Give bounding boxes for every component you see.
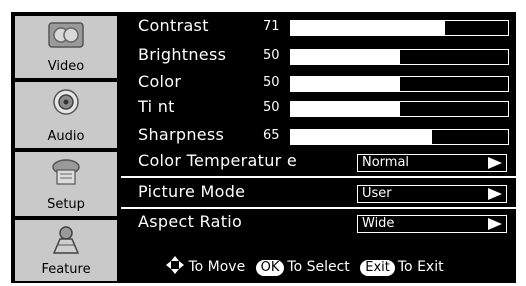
color-slider-fill [291, 77, 400, 91]
feature-icon [52, 226, 80, 254]
brightness-slider[interactable] [290, 49, 509, 65]
contrast-row[interactable]: Contrast 71 [121, 15, 516, 41]
picture-mode-value: User [362, 186, 392, 201]
color-label: Color [138, 72, 182, 91]
speaker-icon [53, 89, 79, 115]
tint-slider-fill [291, 102, 400, 116]
color-temperature-value: Normal [362, 155, 410, 170]
video-icon [48, 22, 84, 48]
setup-icon [52, 159, 80, 185]
contrast-slider-fill [291, 21, 446, 35]
sharpness-slider[interactable] [290, 129, 509, 145]
divider [121, 207, 516, 209]
color-temperature-row[interactable]: Color Temperatur e Normal [121, 150, 516, 176]
brightness-value: 50 [263, 48, 280, 63]
brightness-slider-fill [291, 50, 400, 64]
arrow-right-icon [488, 157, 502, 169]
picture-mode-label: Picture Mode [138, 182, 246, 201]
sharpness-label: Sharpness [138, 125, 225, 144]
sharpness-row[interactable]: Sharpness 65 [121, 124, 516, 150]
move-hint: To Move [188, 259, 246, 275]
color-temperature-select[interactable]: Normal [357, 154, 507, 172]
tab-audio-label: Audio [47, 129, 85, 144]
divider [121, 176, 516, 178]
four-way-arrow-icon [166, 256, 184, 274]
tab-audio[interactable]: Audio [15, 82, 117, 148]
tab-setup[interactable]: Setup [15, 152, 117, 216]
tint-slider[interactable] [290, 101, 509, 117]
aspect-ratio-value: Wide [362, 216, 395, 231]
tint-value: 50 [263, 100, 280, 115]
sharpness-slider-fill [291, 130, 433, 144]
tint-label: Ti nt [138, 97, 175, 116]
exit-hint: To Exit [397, 259, 444, 275]
tab-video[interactable]: Video [15, 16, 117, 78]
tab-setup-label: Setup [47, 197, 85, 212]
color-temperature-label: Color Temperatur e [138, 151, 298, 170]
ok-key: OK [255, 260, 285, 276]
color-value: 50 [263, 75, 280, 90]
menu-sidebar: Video Audio Setup Feature [11, 12, 121, 283]
tv-osd-screen: Video Audio Setup Feature Contrast 71 Br… [0, 0, 526, 286]
video-settings-panel: Contrast 71 Brightness 50 Color 50 Ti nt… [121, 12, 516, 283]
color-slider[interactable] [290, 76, 509, 92]
arrow-right-icon [488, 188, 502, 200]
picture-mode-row[interactable]: Picture Mode User [121, 181, 516, 207]
aspect-ratio-row[interactable]: Aspect Ratio Wide [121, 211, 516, 237]
tint-row[interactable]: Ti nt 50 [121, 96, 516, 122]
brightness-row[interactable]: Brightness 50 [121, 44, 516, 70]
brightness-label: Brightness [138, 45, 227, 64]
picture-mode-select[interactable]: User [357, 185, 507, 203]
tab-video-label: Video [47, 59, 85, 74]
contrast-label: Contrast [138, 16, 209, 35]
tab-feature-label: Feature [41, 262, 91, 277]
sharpness-value: 65 [263, 128, 280, 143]
aspect-ratio-label: Aspect Ratio [138, 212, 243, 231]
aspect-ratio-select[interactable]: Wide [357, 215, 507, 233]
select-hint: To Select [287, 259, 350, 275]
exit-key: Exit [360, 260, 395, 276]
color-row[interactable]: Color 50 [121, 71, 516, 97]
tab-feature[interactable]: Feature [15, 220, 117, 281]
contrast-value: 71 [263, 19, 280, 34]
help-footer: To Move OK To Select Exit To Exit [121, 252, 516, 280]
contrast-slider[interactable] [290, 20, 509, 36]
arrow-right-icon [488, 218, 502, 230]
